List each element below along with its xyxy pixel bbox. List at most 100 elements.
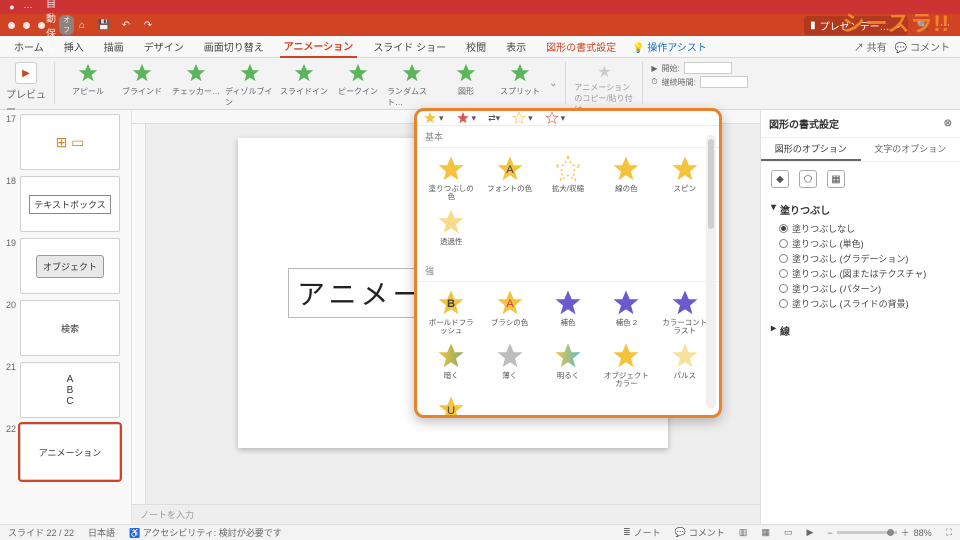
thumbnail-18[interactable]: テキストボックス bbox=[20, 176, 120, 232]
zoom-icon[interactable] bbox=[38, 22, 45, 29]
anim-random[interactable]: ランダムスト… bbox=[387, 62, 437, 108]
tab-transition[interactable]: 画面切り替え bbox=[200, 36, 268, 57]
effect-fillcolor[interactable]: 塗りつぶしの色 bbox=[423, 152, 479, 203]
undo-icon[interactable]: ↶ bbox=[119, 18, 133, 32]
view-reading-icon[interactable]: ▭ bbox=[784, 527, 793, 538]
tab-draw[interactable]: 描画 bbox=[100, 36, 128, 57]
entrance-more[interactable]: ▾ bbox=[512, 111, 533, 125]
entrance-menu[interactable]: ▾ bbox=[423, 111, 444, 125]
anim-label: スプリット bbox=[500, 86, 540, 97]
notes-pane[interactable]: ノートを入力 bbox=[132, 504, 760, 524]
effect-lighten[interactable]: 明るく bbox=[540, 339, 596, 390]
autosave-toggle[interactable]: 自動保存 オフ bbox=[53, 18, 67, 32]
effect-complement2[interactable]: 補色 2 bbox=[598, 286, 654, 337]
duration-field[interactable] bbox=[700, 76, 748, 88]
effect-transparency[interactable]: 透過性 bbox=[423, 205, 479, 256]
notes-toggle[interactable]: ≣ ノート bbox=[623, 526, 661, 539]
effect-boldflash[interactable]: Bボールドフラッシュ bbox=[423, 286, 479, 337]
home-icon[interactable]: ⌂ bbox=[75, 18, 89, 32]
anim-shape[interactable]: 図形 bbox=[441, 62, 491, 97]
anim-peekin[interactable]: ピークイン bbox=[333, 62, 383, 97]
save-icon[interactable]: 💾 bbox=[97, 18, 111, 32]
anim-checker[interactable]: チェッカー… bbox=[171, 62, 221, 97]
anim-appear[interactable]: アピール bbox=[63, 62, 113, 97]
effect-linecolor[interactable]: 線の色 bbox=[598, 152, 654, 203]
tab-slideshow[interactable]: スライド ショー bbox=[369, 36, 450, 57]
minimize-icon[interactable] bbox=[23, 22, 30, 29]
thumbnail-21[interactable]: ABC bbox=[20, 362, 120, 418]
ruler-vertical bbox=[132, 124, 146, 504]
fill-slidebg-radio[interactable]: 塗りつぶし (スライドの背景) bbox=[771, 296, 950, 311]
notes-btn-label: ノート bbox=[634, 526, 661, 539]
effect-fontcolor[interactable]: Aフォントの色 bbox=[481, 152, 537, 203]
tab-design[interactable]: デザイン bbox=[140, 36, 188, 57]
emphasis-more[interactable]: ▾ bbox=[545, 111, 566, 125]
view-sorter-icon[interactable]: ▦ bbox=[761, 527, 770, 538]
language-indicator[interactable]: 日本語 bbox=[88, 526, 115, 539]
emphasis-menu[interactable]: ▾ bbox=[456, 111, 477, 125]
view-slideshow-icon[interactable]: ▶ bbox=[806, 527, 813, 538]
comment-button[interactable]: 💬 コメント bbox=[895, 39, 950, 54]
anim-split[interactable]: スプリット bbox=[495, 62, 545, 97]
tab-review[interactable]: 校閲 bbox=[462, 36, 490, 57]
effect-brushcolor[interactable]: Aブラシの色 bbox=[481, 286, 537, 337]
fill-gradient-radio[interactable]: 塗りつぶし (グラデーション) bbox=[771, 251, 950, 266]
tab-text-options[interactable]: 文字のオプション bbox=[861, 138, 960, 161]
tab-insert[interactable]: 挿入 bbox=[60, 36, 88, 57]
fill-group-label: 塗りつぶし bbox=[780, 202, 830, 217]
comments-toggle[interactable]: 💬 コメント bbox=[675, 526, 725, 539]
preview-button[interactable]: ▶ プレビュー bbox=[6, 62, 46, 116]
tell-me-assist[interactable]: 💡 操作アシスト bbox=[632, 39, 707, 54]
effect-spin[interactable]: スピン bbox=[657, 152, 713, 203]
tab-home[interactable]: ホーム bbox=[10, 36, 48, 57]
gallery-more-button[interactable]: ⌄ bbox=[549, 78, 557, 89]
effect-underline[interactable]: UU bbox=[423, 392, 479, 418]
fill-solid-radio[interactable]: 塗りつぶし (単色) bbox=[771, 236, 950, 251]
close-pane-icon[interactable]: ⊗ bbox=[944, 118, 952, 129]
anim-label: ピークイン bbox=[338, 86, 378, 97]
tab-shape-format[interactable]: 図形の書式設定 bbox=[542, 36, 620, 57]
close-icon[interactable] bbox=[8, 22, 15, 29]
caret-down-icon[interactable]: ▾ bbox=[771, 202, 776, 217]
effect-contrast[interactable]: カラーコントラスト bbox=[657, 286, 713, 337]
effect-growshrink[interactable]: 拡大/収縮 bbox=[540, 152, 596, 203]
panel-scrollbar[interactable] bbox=[706, 135, 716, 409]
view-normal-icon[interactable]: ▥ bbox=[739, 527, 748, 538]
window-titlebar: 自動保存 オフ ⌂ 💾 ↶ ↷ ▮ プレゼンテー… ⌄ 🔍 ⋯ bbox=[0, 14, 960, 36]
effect-complement[interactable]: 補色 bbox=[540, 286, 596, 337]
anim-dissolve[interactable]: ディゾルブイン bbox=[225, 62, 275, 108]
thumbnail-22[interactable]: アニメーション bbox=[20, 424, 120, 480]
thumb-number: 21 bbox=[2, 362, 16, 372]
thumbnail-19[interactable]: オブジェクト bbox=[20, 238, 120, 294]
anim-slidein[interactable]: スライドイン bbox=[279, 62, 329, 97]
tab-view[interactable]: 表示 bbox=[502, 36, 530, 57]
apple-icon: ● bbox=[6, 1, 18, 13]
zoom-value: 88% bbox=[914, 528, 932, 538]
accessibility-status[interactable]: ♿ アクセシビリティ: 検討が必要です bbox=[129, 526, 282, 539]
tab-animation[interactable]: アニメーション bbox=[280, 35, 358, 58]
fill-pattern-radio[interactable]: 塗りつぶし (パターン) bbox=[771, 281, 950, 296]
exit-menu[interactable]: ⇄▾ bbox=[488, 113, 500, 124]
effect-desaturate[interactable]: 薄く bbox=[481, 339, 537, 390]
effect-label: パルス bbox=[674, 372, 697, 388]
thumbnail-20[interactable]: 検索 bbox=[20, 300, 120, 356]
thumbnail-17[interactable]: ⊞ ▭ bbox=[20, 114, 120, 170]
svg-text:A: A bbox=[506, 164, 514, 176]
fill-none-radio[interactable]: 塗りつぶしなし bbox=[771, 221, 950, 236]
size-props-icon[interactable]: ▦ bbox=[827, 170, 845, 188]
effect-pulse[interactable]: パルス bbox=[657, 339, 713, 390]
share-button[interactable]: ↗ 共有 bbox=[854, 39, 887, 54]
fill-picture-radio[interactable]: 塗りつぶし (図またはテクスチャ) bbox=[771, 266, 950, 281]
effect-objcolor[interactable]: オブジェクトカラー bbox=[598, 339, 654, 390]
start-select[interactable] bbox=[684, 62, 732, 74]
zoom-slider[interactable]: −＋88% bbox=[827, 526, 931, 539]
caret-right-icon[interactable]: ▸ bbox=[771, 323, 776, 338]
fill-line-icon[interactable]: ◆ bbox=[771, 170, 789, 188]
effects-icon[interactable]: ⬠ bbox=[799, 170, 817, 188]
thumbnail-pane[interactable]: 17⊞ ▭ 18テキストボックス 19オブジェクト 20検索 21ABC 22ア… bbox=[0, 110, 132, 524]
fit-to-window-icon[interactable]: ⛶ bbox=[946, 527, 952, 538]
tab-shape-options[interactable]: 図形のオプション bbox=[761, 138, 861, 161]
redo-icon[interactable]: ↷ bbox=[141, 18, 155, 32]
effect-darken[interactable]: 暗く bbox=[423, 339, 479, 390]
anim-blinds[interactable]: ブラインド bbox=[117, 62, 167, 97]
